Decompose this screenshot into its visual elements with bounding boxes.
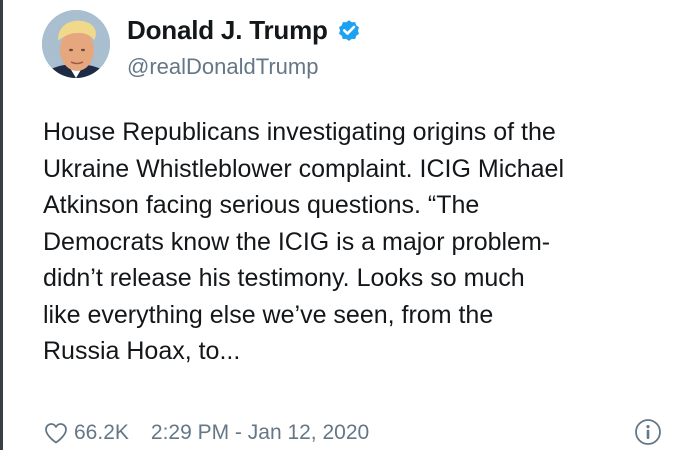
tweet-text-line: Russia Hoax, to... [43, 337, 241, 365]
window-edge [0, 0, 3, 450]
tweet-text-line: Democrats know the ICIG is a major probl… [43, 227, 551, 256]
tweet-text-line: didn’t release his testimony. Looks so m… [43, 264, 525, 292]
tweet-timestamp[interactable]: 2:29 PM - Jan 12, 2020 [151, 421, 369, 445]
tweet-text-line: Atkinson facing serious questions. “The [43, 191, 480, 219]
like-count: 66.2K [74, 421, 129, 444]
tweet-text-line: like everything else we’ve seen, from th… [43, 300, 494, 329]
author-name-row: Donald J. Trump [127, 14, 362, 46]
tweet-text: House Republicans investigating origins … [43, 114, 683, 370]
like-button[interactable]: 66.2K [44, 421, 129, 445]
tweet-footer: 66.2K 2:29 PM - Jan 12, 2020 [44, 418, 369, 448]
heart-icon [45, 423, 67, 444]
tweet-text-line: House Republicans investigating origins … [43, 118, 556, 146]
info-icon[interactable] [634, 418, 662, 446]
author-display-name[interactable]: Donald J. Trump [127, 15, 328, 46]
verified-badge-icon [338, 20, 359, 41]
avatar[interactable] [42, 10, 110, 78]
author-handle[interactable]: @realDonaldTrump [127, 54, 318, 80]
avatar-image [42, 10, 110, 78]
tweet-text-line: Ukraine Whistleblower complaint. ICIG Mi… [43, 154, 565, 183]
